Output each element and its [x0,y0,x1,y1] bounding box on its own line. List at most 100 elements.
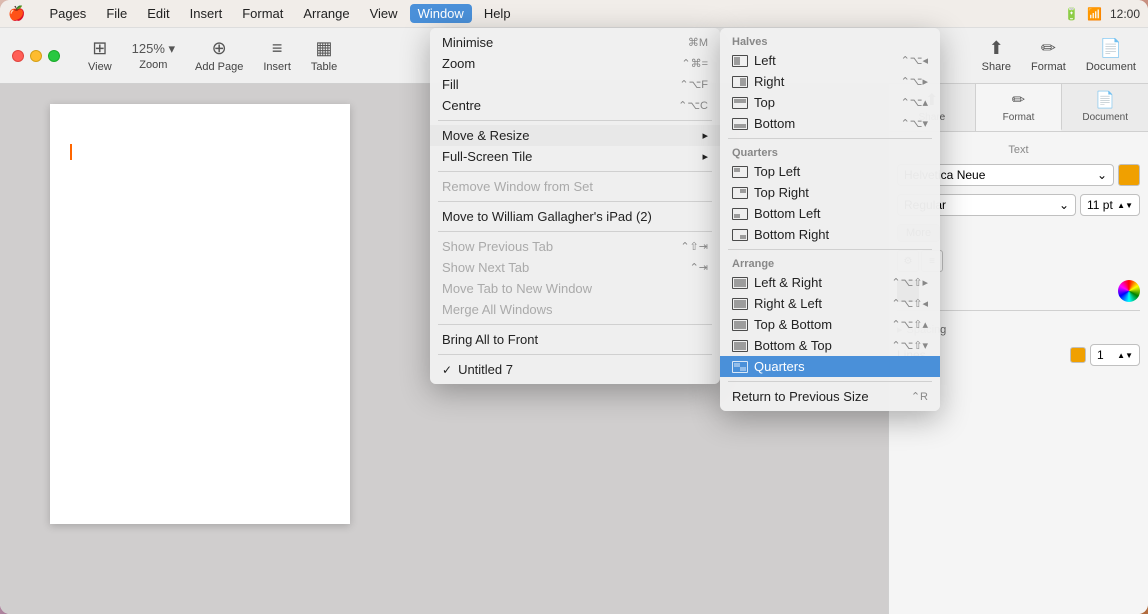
toolbar-format[interactable]: ✏ Format [1031,38,1066,73]
menu-move-tab: Move Tab to New Window [430,278,720,299]
clock: 12:00 [1110,7,1140,21]
toolbar-zoom[interactable]: 125% ▾ Zoom [132,41,175,71]
toolbar-add-page[interactable]: ⊕ Add Page [195,38,243,73]
fill-shortcut: ⌃⌥F [679,78,708,91]
submenu-quarters-label: Quarters [754,359,805,374]
topright-tile-icon [732,187,748,199]
apple-logo-icon[interactable]: 🍎 [8,5,25,22]
move-resize-arrow-icon: ▸ [702,129,708,142]
lines-value-input[interactable]: 1 ▲▼ [1090,344,1140,366]
menu-window[interactable]: Window [410,4,472,23]
show-next-tab-shortcut: ⌃⇥ [690,261,708,274]
menu-arrange[interactable]: Arrange [295,4,357,23]
menu-help[interactable]: Help [476,4,519,23]
minimize-button[interactable] [30,50,42,62]
right-shortcut: ⌃⌥▸ [901,75,928,88]
menu-move-to-ipad[interactable]: Move to William Gallagher's iPad (2) [430,206,720,227]
menu-show-next-tab: Show Next Tab ⌃⇥ [430,257,720,278]
submenu-bottom-left[interactable]: Bottom Left [720,203,940,224]
font-color-swatch[interactable] [1118,164,1140,186]
submenu-top-bottom[interactable]: Top & Bottom ⌃⌥⇧▴ [720,314,940,335]
font-size-input[interactable]: 11 pt ▲▼ [1080,194,1140,216]
menu-fullscreen-tile[interactable]: Full-Screen Tile ▸ [430,146,720,167]
top-shortcut: ⌃⌥▴ [901,96,928,109]
top-tile-icon [732,97,748,109]
fullscreen-button[interactable] [48,50,60,62]
menu-minimise[interactable]: Minimise ⌘M [430,32,720,53]
add-page-label: Add Page [195,61,243,73]
separator-2 [438,171,712,172]
menu-insert[interactable]: Insert [182,4,231,23]
submenu-bottom[interactable]: Bottom ⌃⌥▾ [720,113,940,134]
submenu-left-label: Left [754,53,776,68]
submenu-right-left-label: Right & Left [754,296,822,311]
toolbar-view[interactable]: ⊞ View [88,38,112,73]
menu-edit[interactable]: Edit [139,4,177,23]
zoom-shortcut: ⌃⌘= [681,57,708,70]
menu-format[interactable]: Format [234,4,291,23]
close-button[interactable] [12,50,24,62]
menu-show-prev-tab: Show Previous Tab ⌃⇧⇥ [430,236,720,257]
text-cursor [70,144,72,160]
menu-zoom[interactable]: Zoom ⌃⌘= [430,53,720,74]
botleft-tile-icon [732,208,748,220]
share-label: Share [982,61,1011,73]
toolbar-table[interactable]: ▦ Table [311,38,337,73]
rl-shortcut: ⌃⌥⇧◂ [891,297,928,310]
menu-remove-window: Remove Window from Set [430,176,720,197]
submenu-top-right[interactable]: Top Right [720,182,940,203]
toolbar-document[interactable]: 📄 Document [1086,38,1136,73]
toolbar-insert[interactable]: ≡ Insert [263,38,291,73]
menu-pages[interactable]: Pages [41,4,94,23]
wifi-icon: 📶 [1087,7,1102,21]
color-wheel-icon[interactable] [1118,280,1140,302]
separator-3 [438,201,712,202]
zoom-label: Zoom [139,59,167,71]
minimise-shortcut: ⌘M [688,36,708,49]
quarters-tile-icon [732,361,748,373]
submenu-return[interactable]: Return to Previous Size ⌃R [720,386,940,407]
rl-tile-icon [732,298,748,310]
menu-bar: 🍎 Pages File Edit Insert Format Arrange … [0,0,1148,28]
submenu-right[interactable]: Right ⌃⌥▸ [720,71,940,92]
submenu-left[interactable]: Left ⌃⌥◂ [720,50,940,71]
insert-icon: ≡ [272,38,283,59]
tab-document[interactable]: 📄 Document [1062,84,1148,131]
submenu-bottom-top[interactable]: Bottom & Top ⌃⌥⇧▾ [720,335,940,356]
untitled-checkmark-icon: ✓ [442,363,452,377]
submenu-top-right-label: Top Right [754,185,809,200]
tab-format[interactable]: ✏ Format [976,84,1063,131]
submenu-right-label: Right [754,74,784,89]
view-label: View [88,61,112,73]
menu-items: Pages File Edit Insert Format Arrange Vi… [41,4,518,23]
zoom-menu-label: Zoom [442,56,475,71]
menu-fill[interactable]: Fill ⌃⌥F [430,74,720,95]
toolbar-share[interactable]: ⬆ Share [982,38,1011,73]
submenu-bottom-left-label: Bottom Left [754,206,820,221]
submenu-right-left[interactable]: Right & Left ⌃⌥⇧◂ [720,293,940,314]
lr-shortcut: ⌃⌥⇧▸ [891,276,928,289]
submenu-quarters-arrange[interactable]: Quarters [720,356,940,377]
menu-bring-to-front[interactable]: Bring All to Front [430,329,720,350]
submenu-left-right[interactable]: Left & Right ⌃⌥⇧▸ [720,272,940,293]
bottom-shortcut: ⌃⌥▾ [901,117,928,130]
add-page-icon: ⊕ [212,38,227,59]
menu-file[interactable]: File [98,4,135,23]
menu-centre[interactable]: Centre ⌃⌥C [430,95,720,116]
dropdown-chevron-icon: ⌄ [1097,168,1107,182]
document-icon: 📄 [1100,38,1122,59]
traffic-lights [12,50,60,62]
font-size-value: 11 pt [1087,198,1113,212]
submenu-bottom-right[interactable]: Bottom Right [720,224,940,245]
halves-section-label: Halves [720,32,940,50]
document-tab-label: Document [1082,112,1128,123]
menu-view[interactable]: View [362,4,406,23]
submenu-return-label: Return to Previous Size [732,389,869,404]
submenu-top[interactable]: Top ⌃⌥▴ [720,92,940,113]
return-shortcut: ⌃R [911,390,928,403]
topleft-tile-icon [732,166,748,178]
submenu-top-left[interactable]: Top Left [720,161,940,182]
menu-move-resize[interactable]: Move & Resize ▸ [430,125,720,146]
submenu-left-right-label: Left & Right [754,275,822,290]
menu-untitled-7[interactable]: ✓ Untitled 7 [430,359,720,380]
